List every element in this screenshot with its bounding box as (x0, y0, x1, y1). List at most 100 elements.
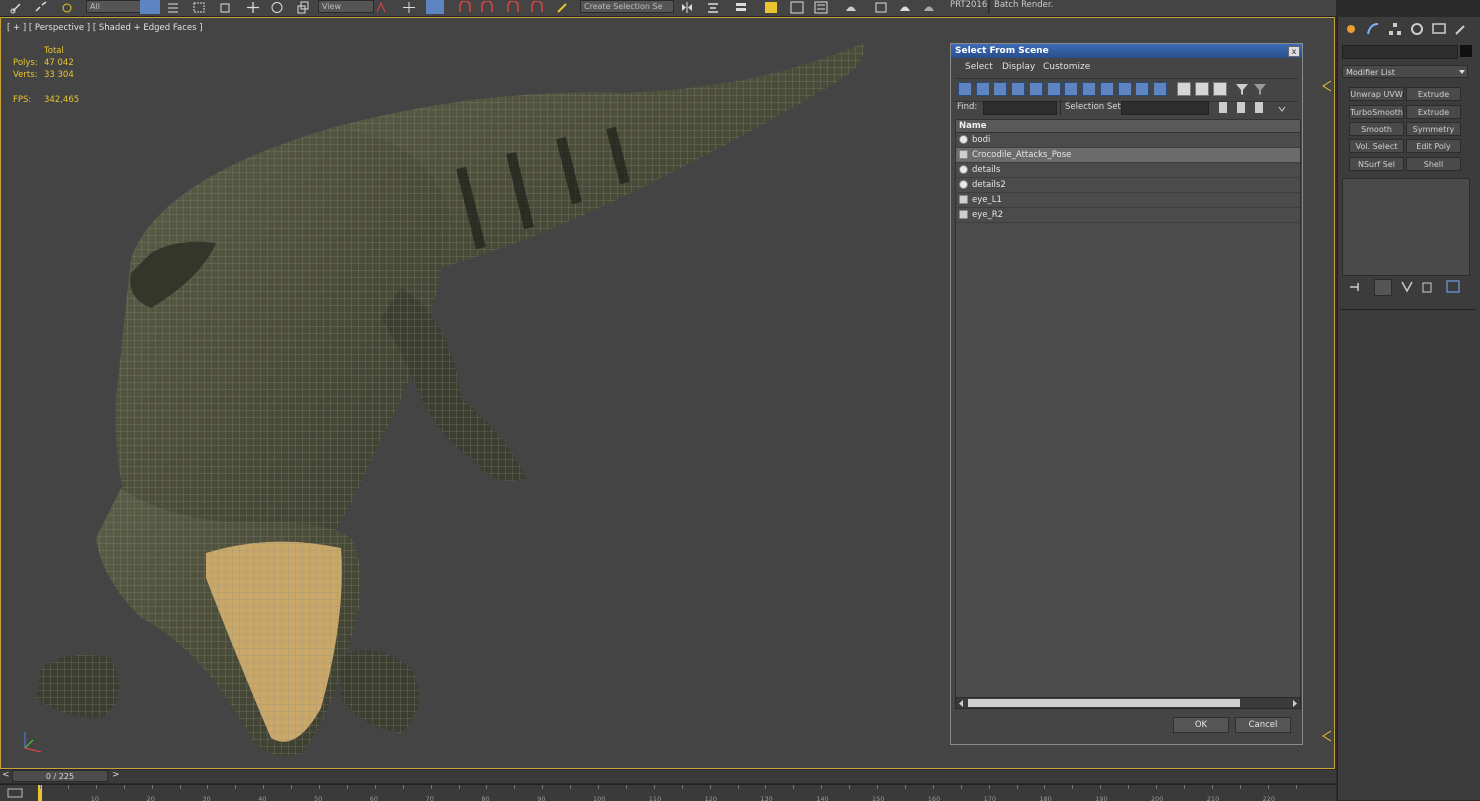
display-shapes-icon[interactable] (976, 82, 990, 96)
bind-spacewarp-icon[interactable] (60, 1, 74, 14)
angle-snap-icon[interactable] (480, 1, 494, 14)
modifier-button-smooth[interactable]: Smooth (1349, 122, 1404, 136)
list-item[interactable]: details (956, 163, 1300, 178)
create-tab-icon[interactable] (1344, 22, 1358, 36)
list-item[interactable]: details2 (956, 178, 1300, 193)
utilities-tab-icon[interactable] (1454, 22, 1468, 36)
display-cameras-icon[interactable] (1011, 82, 1025, 96)
mini-curve-editor-icon[interactable] (6, 787, 26, 799)
display-geometry-icon[interactable] (958, 82, 972, 96)
scale-icon[interactable] (296, 1, 310, 14)
spinner-snap-icon[interactable] (530, 1, 544, 14)
time-slider[interactable]: < 0 / 225 > (0, 770, 1336, 783)
rendered-frame-icon[interactable] (874, 1, 888, 14)
object-name-field[interactable] (1342, 45, 1458, 59)
find-input[interactable] (983, 101, 1057, 115)
display-hidden-icon[interactable] (1153, 82, 1167, 96)
display-spacewarps-icon[interactable] (1047, 82, 1061, 96)
move-icon[interactable] (246, 1, 260, 14)
add-to-selection-set-icon[interactable] (1235, 101, 1247, 114)
display-lights-icon[interactable] (993, 82, 1007, 96)
modifier-button-symmetry[interactable]: Symmetry (1406, 122, 1461, 136)
display-tab-icon[interactable] (1432, 22, 1446, 36)
modifier-button-shell[interactable]: Shell (1406, 157, 1461, 171)
curve-editor-icon[interactable] (764, 1, 778, 14)
modify-tab-icon[interactable] (1366, 22, 1380, 36)
modifier-button-vol-select[interactable]: Vol. Select (1349, 139, 1404, 153)
column-header-name[interactable]: Name (956, 120, 1300, 133)
modifier-button-nsurf-sel[interactable]: NSurf Sel (1349, 157, 1404, 171)
motion-tab-icon[interactable] (1410, 22, 1424, 36)
batch-render-button[interactable]: Batch Render... (994, 0, 1054, 10)
frame-counter[interactable]: 0 / 225 (12, 770, 108, 782)
scroll-right-icon[interactable] (1290, 699, 1299, 708)
modifier-button-edit-poly[interactable]: Edit Poly (1406, 139, 1461, 153)
menu-customize[interactable]: Customize (1043, 62, 1090, 72)
cancel-button[interactable]: Cancel (1235, 717, 1291, 733)
modifier-list-combo[interactable]: Modifier List (1342, 65, 1468, 78)
create-selection-set-icon[interactable] (1217, 101, 1229, 114)
menu-select[interactable]: Select (965, 62, 993, 72)
scrollbar-thumb[interactable] (968, 699, 1240, 707)
display-invert-icon[interactable] (1213, 82, 1227, 96)
rect-selection-icon[interactable] (192, 1, 206, 14)
modifier-button-turbosmooth[interactable]: TurboSmooth (1349, 105, 1404, 119)
layer-manager-icon[interactable] (734, 1, 748, 14)
list-item[interactable]: Crocodile_Attacks_Pose (956, 148, 1300, 163)
material-editor-icon[interactable] (814, 1, 828, 14)
render-production-icon[interactable] (898, 1, 912, 14)
object-color-swatch[interactable] (1460, 45, 1472, 57)
prt-label[interactable]: PRT2016 (950, 0, 987, 10)
scroll-left-icon[interactable] (957, 699, 966, 708)
ok-button[interactable]: OK (1173, 717, 1229, 733)
show-end-result-button[interactable] (1374, 279, 1392, 296)
reference-coordinate-combo[interactable]: View (318, 0, 374, 13)
unlink-icon[interactable] (34, 1, 48, 14)
select-by-name-icon[interactable] (166, 1, 180, 14)
next-frame-button[interactable]: > (112, 770, 120, 780)
list-item[interactable]: bodi (956, 133, 1300, 148)
list-item[interactable]: eye_R2 (956, 208, 1300, 223)
display-none-icon[interactable] (1195, 82, 1209, 96)
list-item[interactable]: eye_L1 (956, 193, 1300, 208)
select-object-button[interactable] (140, 0, 160, 14)
display-containers-icon[interactable] (1118, 82, 1132, 96)
selection-filter-combo[interactable]: All (86, 0, 142, 13)
modifier-button-extrude-2[interactable]: Extrude (1406, 105, 1461, 119)
display-helpers-icon[interactable] (1029, 82, 1043, 96)
percent-snap-icon[interactable] (506, 1, 520, 14)
keyboard-shortcut-override-button[interactable] (426, 0, 444, 14)
chevron-down-icon[interactable] (1277, 104, 1287, 114)
selection-set-combo[interactable] (1121, 101, 1209, 115)
pivot-center-icon[interactable] (374, 1, 388, 14)
horizontal-scrollbar[interactable] (955, 697, 1301, 709)
edit-named-selection-icon[interactable] (556, 1, 570, 14)
rotate-icon[interactable] (270, 1, 284, 14)
named-selection-set-combo[interactable]: Create Selection Se (580, 0, 674, 13)
modifier-button-unwrap-uvw[interactable]: Unwrap UVW (1349, 87, 1404, 101)
display-bones-icon[interactable] (1100, 82, 1114, 96)
display-groups-icon[interactable] (1064, 82, 1078, 96)
timeline-track[interactable]: 10 20 30 40 50 60 70 80 90 100 110 120 130 140 150 160 1… (0, 784, 1336, 801)
crocodile-model[interactable] (1, 18, 961, 769)
configure-modifier-sets-icon[interactable] (1446, 280, 1460, 293)
select-manipulate-icon[interactable] (402, 1, 416, 14)
modifier-button-extrude[interactable]: Extrude (1406, 87, 1461, 101)
prev-frame-button[interactable]: < (2, 770, 10, 780)
mirror-icon[interactable] (680, 1, 694, 14)
snap-toggle-icon[interactable] (458, 1, 472, 14)
menu-display[interactable]: Display (1002, 62, 1035, 72)
display-frozen-icon[interactable] (1135, 82, 1149, 96)
align-icon[interactable] (706, 1, 720, 14)
pin-stack-icon[interactable] (1348, 280, 1362, 293)
filter-options-icon[interactable] (1253, 82, 1267, 96)
remove-modifier-icon[interactable] (1420, 280, 1434, 293)
display-xrefs-icon[interactable] (1082, 82, 1096, 96)
chevron-down-icon[interactable] (1458, 68, 1466, 76)
modifier-stack[interactable] (1342, 178, 1470, 276)
remove-from-selection-set-icon[interactable] (1253, 101, 1265, 114)
scene-object-list[interactable]: Name bodi Crocodile_Attacks_Pose details… (955, 119, 1301, 709)
hierarchy-tab-icon[interactable] (1388, 22, 1402, 36)
link-icon[interactable] (10, 1, 24, 14)
filter-icon[interactable] (1235, 82, 1249, 96)
